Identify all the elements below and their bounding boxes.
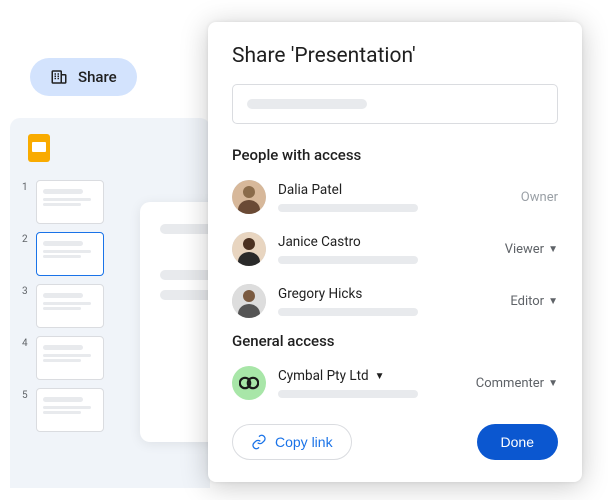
avatar <box>232 180 266 214</box>
link-icon <box>251 434 267 450</box>
slides-logo-icon <box>28 134 50 162</box>
copy-link-label: Copy link <box>275 434 333 450</box>
person-email-placeholder <box>278 204 418 212</box>
role-dropdown[interactable]: Commenter ▼ <box>476 376 558 391</box>
role-label-owner: Owner <box>521 190 558 205</box>
done-button[interactable]: Done <box>477 424 558 460</box>
access-row: Gregory Hicks Editor ▼ <box>232 280 558 322</box>
role-dropdown[interactable]: Viewer ▼ <box>505 242 558 257</box>
caret-down-icon: ▼ <box>548 378 558 389</box>
person-email-placeholder <box>278 308 418 316</box>
person-name: Gregory Hicks <box>278 286 510 302</box>
role-dropdown[interactable]: Editor ▼ <box>510 294 558 309</box>
person-name: Dalia Patel <box>278 182 521 198</box>
caret-down-icon: ▼ <box>375 371 385 382</box>
share-dialog: Share 'Presentation' People with access … <box>208 22 582 482</box>
share-chip[interactable]: Share <box>30 58 137 96</box>
person-name: Janice Castro <box>278 234 505 250</box>
general-access-row: Cymbal Pty Ltd ▼ Commenter ▼ <box>232 362 558 404</box>
avatar <box>232 284 266 318</box>
access-row: Janice Castro Viewer ▼ <box>232 228 558 270</box>
add-people-input[interactable] <box>232 84 558 124</box>
caret-down-icon: ▼ <box>548 244 558 255</box>
caret-down-icon: ▼ <box>548 296 558 307</box>
copy-link-button[interactable]: Copy link <box>232 424 352 460</box>
people-with-access-header: People with access <box>232 146 558 164</box>
access-row: Dalia Patel Owner <box>232 176 558 218</box>
dialog-title: Share 'Presentation' <box>232 44 558 68</box>
building-icon <box>50 68 68 86</box>
general-access-header: General access <box>232 332 558 350</box>
share-chip-label: Share <box>78 68 117 86</box>
input-placeholder-bar <box>247 99 367 109</box>
org-dropdown[interactable]: Cymbal Pty Ltd ▼ <box>278 368 476 384</box>
avatar <box>232 232 266 266</box>
person-email-placeholder <box>278 256 418 264</box>
org-sub-placeholder <box>278 390 418 398</box>
org-avatar <box>232 366 266 400</box>
